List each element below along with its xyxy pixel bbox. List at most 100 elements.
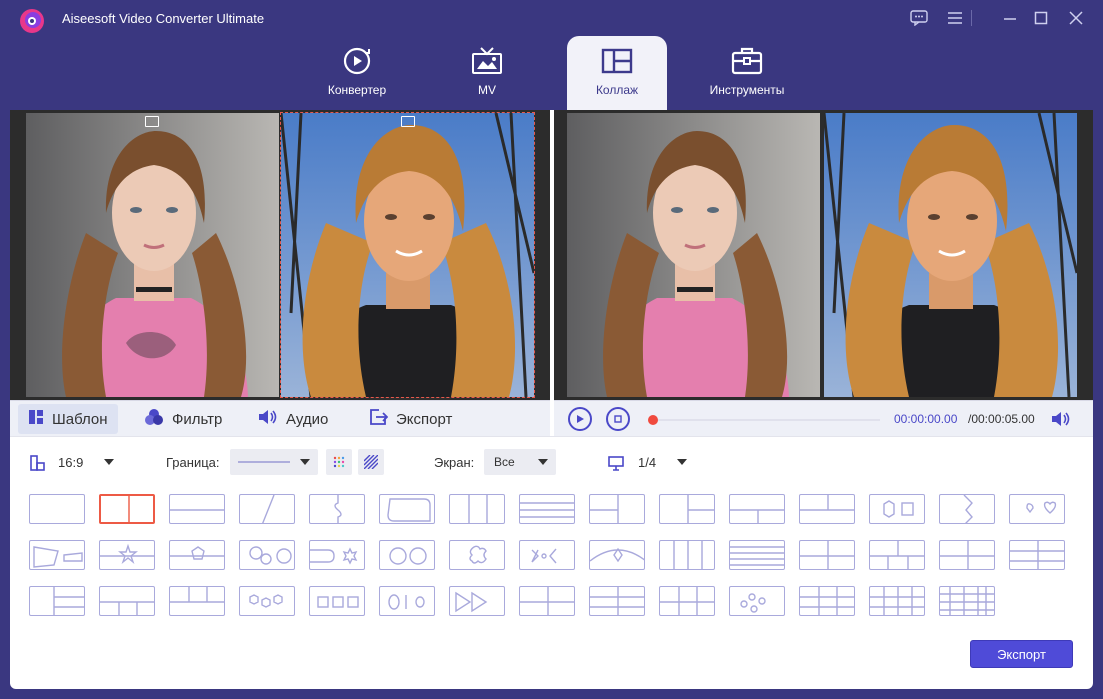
template-39[interactable] bbox=[589, 586, 645, 616]
template-37[interactable] bbox=[449, 586, 505, 616]
tab-template[interactable]: Шаблон bbox=[18, 404, 118, 434]
tab-mv-label: MV bbox=[478, 83, 496, 97]
collage-preview bbox=[554, 110, 1093, 400]
template-page: 1/4 bbox=[638, 455, 657, 470]
image-icon bbox=[401, 116, 415, 127]
template-33[interactable] bbox=[169, 586, 225, 616]
screen-select[interactable]: Все bbox=[484, 449, 556, 475]
template-10[interactable] bbox=[659, 494, 715, 524]
template-36[interactable] bbox=[379, 586, 435, 616]
template-18[interactable] bbox=[169, 540, 225, 570]
aspect-ratio-value[interactable]: 16:9 bbox=[58, 455, 83, 470]
tab-filter[interactable]: Фильтр bbox=[134, 404, 232, 434]
template-44[interactable] bbox=[939, 586, 995, 616]
template-3[interactable] bbox=[169, 494, 225, 524]
maximize-icon[interactable] bbox=[1027, 6, 1055, 30]
template-31[interactable] bbox=[29, 586, 85, 616]
app-logo-icon bbox=[18, 7, 46, 35]
export-button[interactable]: Экспорт bbox=[970, 640, 1073, 668]
template-22[interactable] bbox=[449, 540, 505, 570]
screen-label: Экран: bbox=[434, 455, 475, 470]
page-dropdown-icon[interactable] bbox=[677, 459, 687, 465]
player-controls: 00:00:00.00 /00:00:05.00 bbox=[554, 400, 1093, 436]
progress-bar[interactable] bbox=[650, 419, 880, 421]
image-icon bbox=[145, 116, 159, 127]
border-label: Граница: bbox=[166, 455, 220, 470]
template-28[interactable] bbox=[869, 540, 925, 570]
tab-audio[interactable]: Аудио bbox=[248, 404, 338, 434]
template-20[interactable] bbox=[309, 540, 365, 570]
template-1[interactable] bbox=[29, 494, 85, 524]
close-icon[interactable] bbox=[1062, 6, 1090, 30]
collage-cell-2[interactable] bbox=[281, 113, 534, 397]
title-divider bbox=[966, 6, 978, 30]
aspect-ratio-icon bbox=[30, 455, 46, 476]
template-23[interactable] bbox=[519, 540, 575, 570]
template-4[interactable] bbox=[239, 494, 295, 524]
collage-tool-tabs: Шаблон Фильтр Аудио Экспорт bbox=[10, 400, 550, 436]
template-15[interactable] bbox=[1009, 494, 1065, 524]
template-8[interactable] bbox=[519, 494, 575, 524]
tab-template-label: Шаблон bbox=[52, 410, 108, 428]
export-icon bbox=[370, 409, 389, 429]
template-26[interactable] bbox=[729, 540, 785, 570]
tab-collage[interactable]: Коллаж bbox=[567, 36, 667, 110]
template-21[interactable] bbox=[379, 540, 435, 570]
template-38[interactable] bbox=[519, 586, 575, 616]
template-41[interactable] bbox=[729, 586, 785, 616]
template-13[interactable] bbox=[869, 494, 925, 524]
current-time: 00:00:00.00 bbox=[894, 412, 958, 426]
border-style-select[interactable] bbox=[230, 449, 318, 475]
template-17[interactable] bbox=[99, 540, 155, 570]
template-32[interactable] bbox=[99, 586, 155, 616]
template-9[interactable] bbox=[589, 494, 645, 524]
template-16[interactable] bbox=[29, 540, 85, 570]
tab-filter-label: Фильтр bbox=[172, 410, 223, 428]
template-5[interactable] bbox=[309, 494, 365, 524]
total-time: /00:00:05.00 bbox=[968, 412, 1035, 426]
menu-icon[interactable] bbox=[941, 6, 969, 30]
template-35[interactable] bbox=[309, 586, 365, 616]
template-27[interactable] bbox=[799, 540, 855, 570]
aspect-dropdown-icon[interactable] bbox=[104, 459, 114, 465]
tab-converter[interactable]: Конвертер bbox=[307, 36, 407, 110]
tab-export[interactable]: Экспорт bbox=[360, 404, 462, 434]
template-24[interactable] bbox=[589, 540, 645, 570]
template-34[interactable] bbox=[239, 586, 295, 616]
screen-dropdown-icon bbox=[538, 459, 548, 465]
tab-converter-label: Конвертер bbox=[327, 83, 387, 97]
template-2[interactable] bbox=[99, 494, 155, 524]
collage-panel: Шаблон Фильтр Аудио Экспорт 00:00:00.00 … bbox=[10, 110, 1093, 689]
template-12[interactable] bbox=[799, 494, 855, 524]
template-42[interactable] bbox=[799, 586, 855, 616]
collage-icon bbox=[601, 46, 633, 76]
template-11[interactable] bbox=[729, 494, 785, 524]
volume-icon[interactable] bbox=[1051, 410, 1071, 433]
template-19[interactable] bbox=[239, 540, 295, 570]
tab-mv[interactable]: MV bbox=[437, 36, 537, 110]
tab-tools-label: Инструменты bbox=[709, 83, 785, 97]
progress-handle[interactable] bbox=[648, 415, 658, 425]
collage-editor bbox=[10, 110, 550, 400]
template-30[interactable] bbox=[1009, 540, 1065, 570]
border-pattern-button[interactable] bbox=[358, 449, 384, 475]
stop-button[interactable] bbox=[606, 407, 630, 431]
template-25[interactable] bbox=[659, 540, 715, 570]
template-7[interactable] bbox=[449, 494, 505, 524]
template-6[interactable] bbox=[379, 494, 435, 524]
border-color-button[interactable] bbox=[326, 449, 352, 475]
template-40[interactable] bbox=[659, 586, 715, 616]
template-43[interactable] bbox=[869, 586, 925, 616]
template-14[interactable] bbox=[939, 494, 995, 524]
feedback-icon[interactable] bbox=[905, 6, 933, 30]
filter-icon bbox=[144, 409, 164, 429]
play-button[interactable] bbox=[568, 407, 592, 431]
collage-cell-1[interactable] bbox=[26, 113, 279, 397]
monitor-icon bbox=[608, 455, 624, 476]
tab-tools[interactable]: Инструменты bbox=[697, 36, 797, 110]
tab-audio-label: Аудио bbox=[286, 410, 329, 428]
template-settings: 16:9 Граница: Экран: Все 1/4 bbox=[10, 436, 1093, 488]
minimize-icon[interactable] bbox=[996, 6, 1024, 30]
tab-collage-label: Коллаж bbox=[595, 83, 639, 97]
template-29[interactable] bbox=[939, 540, 995, 570]
